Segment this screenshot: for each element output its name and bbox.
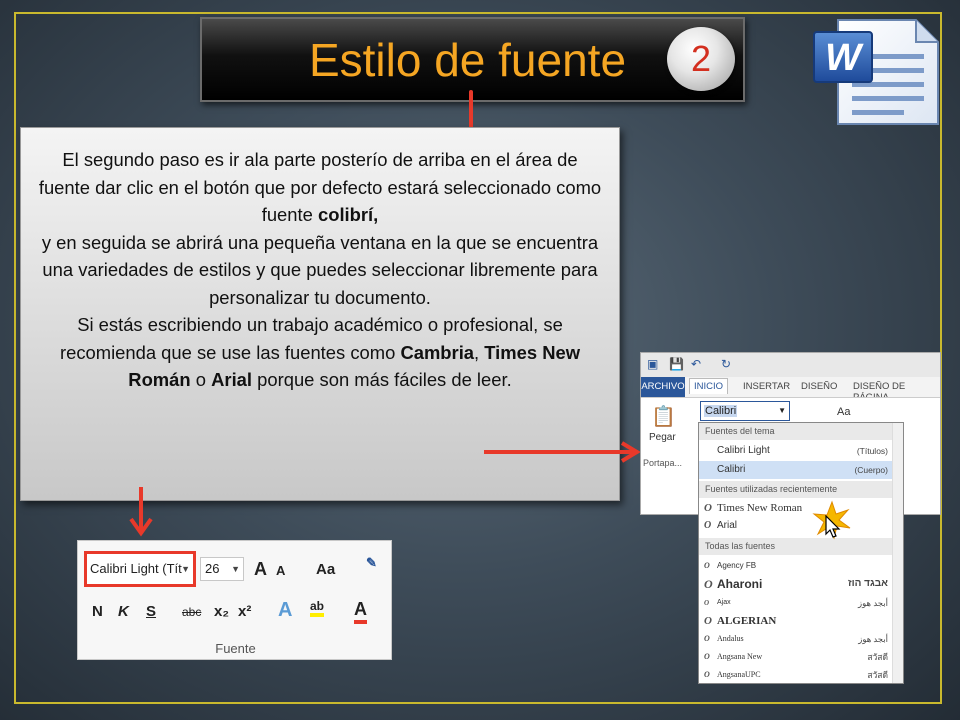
font-option-agency-fb[interactable]: O Agency FB — [699, 557, 894, 575]
arrow-down-icon — [129, 487, 153, 537]
font-option-calibri-light[interactable]: Calibri Light (Títulos) — [699, 442, 894, 460]
font-option-andalus[interactable]: O Andalus أبجد هوز — [699, 630, 894, 648]
font-option-ajax[interactable]: O Ajax أبجد هوز — [699, 594, 894, 612]
font-name-input[interactable]: Calibri ▼ — [700, 401, 790, 421]
slide-title: Estilo de fuente — [308, 34, 627, 86]
font-option-arial[interactable]: O Arial — [699, 517, 894, 535]
mouse-cursor-icon — [825, 515, 841, 538]
word-icon-letter: W — [825, 37, 864, 79]
fuente-group-label: Fuente — [215, 641, 256, 656]
shrink-font-button[interactable]: A — [276, 563, 285, 578]
font-name-cambria: Cambria — [400, 341, 475, 363]
italic-button[interactable]: K — [118, 603, 129, 620]
redo-icon[interactable]: ↻ — [721, 357, 731, 371]
all-fonts-header: Todas las fuentes — [699, 538, 894, 555]
recent-fonts-header: Fuentes utilizadas recientemente — [699, 481, 894, 498]
underline-button[interactable]: S — [146, 603, 156, 620]
highlight-button[interactable]: ab — [310, 599, 325, 617]
step-number-badge: 2 — [667, 27, 735, 91]
font-option-times-new-roman[interactable]: O Times New Roman — [699, 499, 894, 517]
chevron-down-icon: ▼ — [778, 406, 786, 415]
font-option-algerian[interactable]: O ALGERIAN — [699, 612, 894, 630]
chevron-down-icon: ▼ — [231, 564, 240, 574]
font-name-box[interactable]: Calibri Light (Tít ▼ — [84, 551, 196, 587]
font-size-case-button[interactable]: Aa — [837, 406, 850, 418]
paste-label: Pegar — [649, 432, 676, 443]
superscript-button[interactable]: x² — [238, 603, 251, 620]
instruction-paragraph-1: El segundo paso es ir ala parte posterío… — [38, 149, 602, 225]
change-case-button[interactable]: Aa — [316, 561, 335, 578]
instruction-paragraph-3: Si estás escribiendo un trabajo académic… — [59, 314, 581, 390]
chevron-down-icon: ▼ — [181, 564, 190, 574]
word-document-icon: W — [813, 19, 939, 125]
theme-fonts-header: Fuentes del tema — [699, 423, 894, 440]
arrow-right-icon — [484, 441, 641, 463]
font-color-button[interactable]: A — [354, 599, 367, 624]
font-dropdown-list: Fuentes del tema Calibri Light (Títulos) … — [698, 422, 904, 684]
grow-font-button[interactable]: A — [254, 559, 267, 580]
dropdown-scrollbar[interactable] — [892, 423, 903, 683]
subscript-button[interactable]: x₂ — [214, 603, 229, 620]
text-effects-button[interactable]: A — [278, 599, 292, 622]
font-name-arial: Arial — [211, 369, 253, 390]
undo-icon[interactable]: ↶ — [691, 357, 701, 371]
font-option-angsanaupc[interactable]: O AngsanaUPC สวัสดี — [699, 666, 894, 683]
tab-insertar[interactable]: INSERTAR — [743, 381, 790, 392]
strikethrough-button[interactable]: abc — [182, 605, 201, 619]
font-option-aharoni[interactable]: O Aharoni אבגד הוז — [699, 575, 894, 593]
quick-access-toolbar: ▣ 💾 ↶ ↻ — [641, 353, 940, 377]
bold-button[interactable]: N — [92, 603, 103, 620]
font-size-box[interactable]: 26 ▼ — [200, 557, 244, 581]
font-option-angsana-new[interactable]: O Angsana New สวัสดี — [699, 648, 894, 666]
save-icon[interactable]: 💾 — [669, 357, 684, 371]
paste-icon[interactable]: 📋 — [651, 404, 676, 429]
font-name-colibri: colibrí, — [317, 204, 379, 225]
instruction-paragraph-2: y en seguida se abrirá una pequeña venta… — [41, 231, 599, 308]
fuente-ribbon-group: Calibri Light (Tít ▼ 26 ▼ A A Aa ✎ N K S… — [77, 540, 392, 660]
tab-diseno[interactable]: DISEÑO — [801, 381, 837, 392]
tab-inicio[interactable]: INICIO — [689, 378, 729, 394]
font-option-calibri[interactable]: Calibri (Cuerpo) — [699, 461, 894, 479]
tab-archivo[interactable]: ARCHIVO — [641, 377, 685, 397]
clipboard-label: Portapa... — [643, 458, 683, 468]
clear-format-icon[interactable]: ✎ — [366, 555, 377, 571]
title-bar: Estilo de fuente — [200, 17, 745, 102]
ribbon-tabs: ARCHIVO INICIO INSERTAR DISEÑO DISEÑO DE… — [641, 377, 940, 403]
word-app-icon: ▣ — [647, 357, 659, 371]
